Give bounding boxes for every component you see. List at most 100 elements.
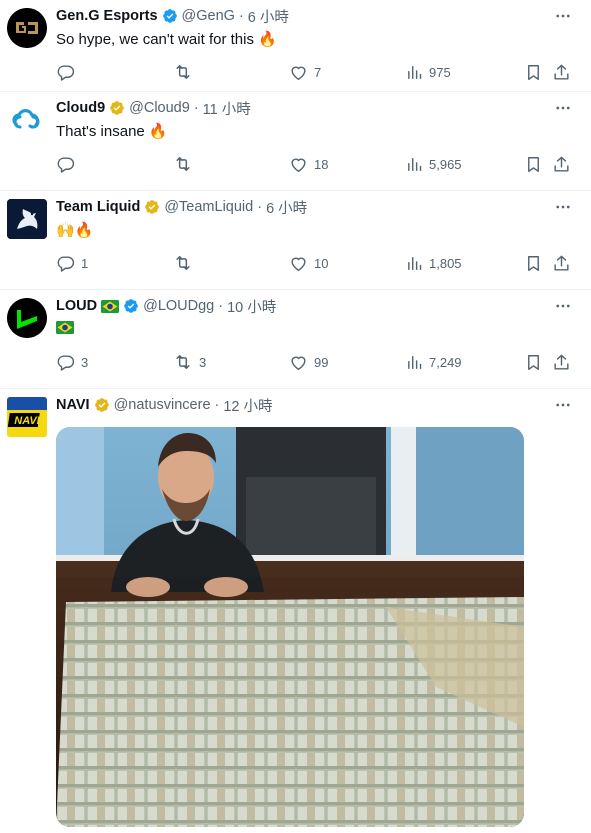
views-button[interactable]: 7,249 [406,352,462,372]
views-button[interactable]: 5,965 [406,154,462,174]
retweet-icon [176,355,190,369]
reply-icon [57,156,75,173]
handle[interactable]: @LOUDgg [143,298,214,314]
reply-button[interactable] [56,154,81,174]
separator: · [257,199,263,215]
tweet-header: LOUD @LOUDgg · 10 小時 [56,296,575,317]
handle[interactable]: @GenG [182,8,235,24]
retweet-button[interactable] [173,253,199,273]
reply-button[interactable] [56,62,81,82]
share-button[interactable] [552,352,571,372]
display-name[interactable]: NAVI [56,397,90,413]
like-count: 99 [314,354,329,370]
retweet-count: 3 [199,354,207,370]
reply-icon [57,64,75,81]
tweet[interactable]: Cloud9 @Cloud9 · 11 小時 That's insane 🔥 1… [0,92,591,191]
tweet-body: That's insane [56,123,145,140]
share-button[interactable] [552,62,571,82]
bookmark-button[interactable] [524,253,543,273]
timestamp[interactable]: 11 小時 [203,98,251,119]
timestamp[interactable]: 10 小時 [227,296,276,317]
like-button[interactable]: 18 [289,154,328,174]
bookmark-button[interactable] [524,352,543,372]
raised-hands-fire-emoji: 🙌🔥 [56,222,94,239]
tweet-text [56,320,575,340]
teamliquid-horse-logo-icon [7,199,47,239]
tweet-header: Gen.G Esports @GenG · 6 小時 [56,6,575,27]
views-chart-icon [408,256,422,270]
view-count: 975 [429,64,451,80]
cloud9-logo-icon [12,109,40,129]
more-options-icon[interactable] [553,395,573,415]
loud-logo-icon [7,298,47,338]
avatar-loud[interactable] [7,298,47,338]
action-bar: 1 10 1,805 [56,253,575,279]
like-button[interactable]: 10 [289,253,328,273]
retweet-icon [176,157,190,171]
display-name[interactable]: Gen.G Esports [56,8,158,24]
brazil-flag-emoji-icon [56,320,74,340]
fire-emoji: 🔥 [257,31,277,48]
views-button[interactable]: 1,805 [406,253,462,273]
avatar-cloud9[interactable] [7,100,47,140]
handle[interactable]: @TeamLiquid [164,199,253,215]
display-name[interactable]: Team Liquid [56,199,140,215]
more-options-icon[interactable] [553,98,573,118]
verified-gold-badge-icon [144,199,160,215]
more-options-icon[interactable] [553,6,573,26]
more-options-icon[interactable] [553,296,573,316]
brazil-flag-icon [101,299,120,313]
share-button[interactable] [552,253,571,273]
heart-icon [291,158,306,172]
bookmark-icon [528,64,539,80]
retweet-button[interactable] [173,154,199,174]
bookmark-button[interactable] [524,62,543,82]
view-count: 1,805 [429,255,462,271]
tweet-photo[interactable] [56,427,524,827]
more-options-icon[interactable] [553,197,573,217]
bookmark-icon [528,156,539,172]
handle[interactable]: @natusvincere [114,397,211,413]
timestamp[interactable]: 6 小時 [248,6,289,27]
retweet-icon [176,256,190,270]
avatar-navi[interactable]: NAVI [7,397,47,437]
retweet-button[interactable] [173,62,199,82]
display-name[interactable]: LOUD [56,298,97,314]
tweet-text: 🙌🔥 [56,221,575,241]
reply-button[interactable]: 1 [56,253,88,273]
timestamp[interactable]: 6 小時 [266,197,307,218]
share-icon [554,354,569,370]
bookmark-button[interactable] [524,154,543,174]
tweet-header: Cloud9 @Cloud9 · 11 小時 [56,98,575,119]
view-count: 5,965 [429,156,462,172]
heart-icon [291,66,306,80]
bookmark-icon [528,255,539,271]
retweet-icon [176,65,190,79]
avatar-geng[interactable] [7,8,47,48]
views-button[interactable]: 975 [406,62,451,82]
timestamp[interactable]: 12 小時 [223,395,272,416]
display-name[interactable]: Cloud9 [56,100,105,116]
views-chart-icon [408,355,422,369]
share-button[interactable] [552,154,571,174]
views-chart-icon [408,157,422,171]
timeline: Gen.G Esports @GenG · 6 小時 So hype, we c… [0,0,591,833]
reply-button[interactable]: 3 [56,352,88,372]
retweet-button[interactable]: 3 [173,352,206,372]
tweet[interactable]: NAVI NAVI @natusvincere · 12 小時 [0,389,591,833]
verified-gold-badge-icon [109,100,125,116]
action-bar: 18 5,965 [56,154,575,180]
verified-gold-badge-icon [94,397,110,413]
like-button[interactable]: 99 [289,352,328,372]
like-count: 7 [314,64,322,80]
share-icon [554,255,569,271]
navi-logo-icon: NAVI [7,397,47,437]
avatar-teamliquid[interactable] [7,199,47,239]
handle[interactable]: @Cloud9 [129,100,190,116]
tweet[interactable]: Gen.G Esports @GenG · 6 小時 So hype, we c… [0,0,591,92]
verified-badge-icon [162,8,178,24]
like-count: 10 [314,255,329,271]
tweet[interactable]: LOUD @LOUDgg · 10 小時 3 3 99 7,249 [0,290,591,389]
tweet[interactable]: Team Liquid @TeamLiquid · 6 小時 🙌🔥 1 10 1… [0,191,591,290]
like-button[interactable]: 7 [289,62,321,82]
